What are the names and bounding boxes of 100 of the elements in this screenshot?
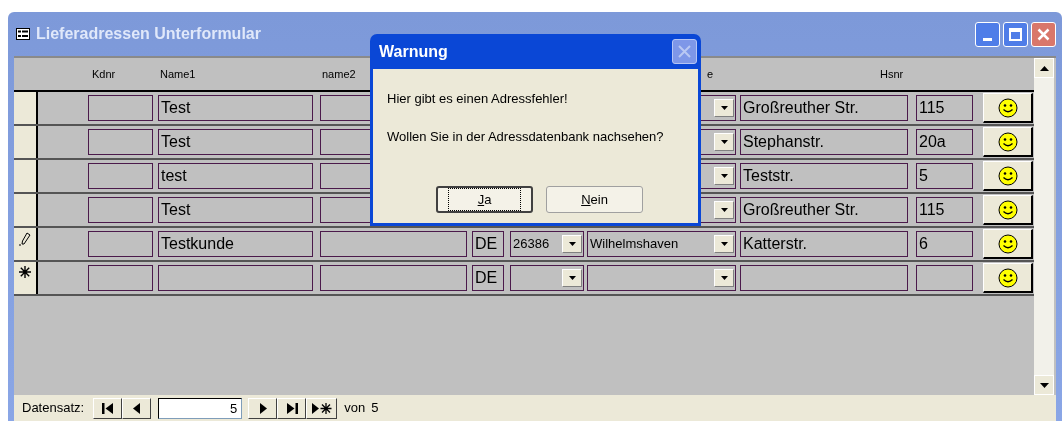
smiley-button[interactable] <box>983 161 1033 191</box>
text-field[interactable]: Großreuther Str. <box>740 95 908 121</box>
text-field[interactable]: Teststr. <box>740 163 908 189</box>
record-selector[interactable] <box>14 160 38 192</box>
text-field[interactable]: Test <box>158 95 313 121</box>
first-record-icon <box>101 402 114 414</box>
text-field[interactable]: DE <box>472 265 504 291</box>
minimize-button[interactable] <box>975 21 1000 47</box>
dialog-message: Wollen Sie in der Adressdatenbank nachsehen? <box>387 127 665 146</box>
text-field[interactable]: 5 <box>916 163 973 189</box>
dialog-title: Warnung <box>379 41 448 62</box>
text-field[interactable]: Großreuther Str. <box>740 197 908 223</box>
combo-value: Wilhelmshaven <box>590 235 679 254</box>
close-icon <box>678 45 691 58</box>
text-field[interactable] <box>88 95 153 121</box>
smiley-button[interactable] <box>983 263 1033 293</box>
caret-icon <box>720 140 728 144</box>
text-field[interactable] <box>320 265 467 291</box>
smiley-icon <box>997 233 1018 254</box>
caret-icon <box>720 276 728 280</box>
text-field[interactable] <box>88 197 153 223</box>
combo-value: 26386 <box>513 235 550 254</box>
next-record-button[interactable] <box>248 397 278 419</box>
combo-box[interactable] <box>510 265 584 291</box>
maximize-icon <box>1009 27 1022 41</box>
record-selector[interactable] <box>14 92 38 124</box>
previous-record-icon <box>132 402 141 414</box>
last-record-button[interactable] <box>277 397 307 419</box>
scroll-up-button[interactable] <box>1034 58 1054 78</box>
text-field[interactable]: Test <box>158 129 313 155</box>
window-title: Lieferadressen Unterformular <box>36 24 261 44</box>
caret-icon <box>720 242 728 246</box>
smiley-icon <box>997 131 1018 152</box>
text-field[interactable] <box>88 163 153 189</box>
text-field[interactable]: Stephanstr. <box>740 129 908 155</box>
smiley-button[interactable] <box>983 127 1033 157</box>
smiley-icon <box>997 97 1018 118</box>
text-field[interactable]: 115 <box>916 95 973 121</box>
record-selector[interactable] <box>14 262 38 294</box>
text-field[interactable] <box>740 265 908 291</box>
prev-record-button[interactable] <box>122 397 152 419</box>
minimize-icon <box>983 37 992 41</box>
add-record-button[interactable] <box>306 397 338 419</box>
record-number-field[interactable]: 5 <box>158 397 243 419</box>
dropdown-button[interactable] <box>714 133 734 151</box>
dialog-button[interactable]: Nein <box>546 186 643 213</box>
form-icon <box>16 28 30 40</box>
record-selector[interactable] <box>14 126 38 158</box>
smiley-icon <box>997 199 1018 220</box>
navigation-label: Datensatz: <box>22 399 85 418</box>
record-selector[interactable] <box>14 194 38 226</box>
text-field[interactable]: 115 <box>916 197 973 223</box>
scroll-down-button[interactable] <box>1034 375 1054 395</box>
text-field[interactable] <box>916 265 973 291</box>
smiley-icon <box>997 165 1018 186</box>
smiley-button[interactable] <box>983 93 1033 123</box>
maximize-button[interactable] <box>1003 21 1028 47</box>
text-field[interactable]: 6 <box>916 231 973 257</box>
up-arrow-icon <box>1039 65 1049 71</box>
first-record-button[interactable] <box>93 397 123 419</box>
dropdown-button[interactable] <box>714 201 734 219</box>
down-arrow-icon <box>1039 382 1049 388</box>
close-button[interactable] <box>1031 21 1056 47</box>
new-record-icon <box>311 402 332 414</box>
smiley-button[interactable] <box>983 195 1033 225</box>
dropdown-button[interactable] <box>562 235 582 253</box>
text-field[interactable]: DE <box>472 231 504 257</box>
column-header: Hsnr <box>880 67 904 82</box>
column-header: e <box>707 67 714 82</box>
text-field[interactable]: Katterstr. <box>740 231 908 257</box>
dropdown-button[interactable] <box>714 235 734 253</box>
smiley-button[interactable] <box>983 229 1033 259</box>
record-selector[interactable] <box>14 228 38 260</box>
dropdown-button[interactable] <box>714 269 734 287</box>
column-header: Kdnr <box>92 67 116 82</box>
text-field[interactable]: test <box>158 163 313 189</box>
dropdown-button[interactable] <box>714 99 734 117</box>
dialog-message: Hier gibt es einen Adressfehler! <box>387 90 569 108</box>
combo-box[interactable]: 26386 <box>510 231 584 257</box>
dropdown-button[interactable] <box>562 269 582 287</box>
dialog-button[interactable]: Ja <box>436 186 533 213</box>
caret-icon <box>720 106 728 110</box>
text-field[interactable] <box>88 129 153 155</box>
text-field[interactable]: 20a <box>916 129 973 155</box>
caret-icon <box>720 174 728 178</box>
text-field[interactable] <box>88 231 153 257</box>
record-count: 5 <box>371 399 379 418</box>
text-field[interactable]: Test <box>158 197 313 223</box>
close-icon <box>1037 27 1050 41</box>
text-field[interactable] <box>88 265 153 291</box>
combo-box[interactable] <box>587 265 736 291</box>
last-record-icon <box>285 402 298 414</box>
text-field[interactable] <box>158 265 313 291</box>
combo-box[interactable]: Wilhelmshaven <box>587 231 736 257</box>
text-field[interactable] <box>320 231 467 257</box>
text-field[interactable]: Testkunde <box>158 231 313 257</box>
caret-icon <box>568 276 576 280</box>
scrollbar[interactable] <box>1034 58 1054 395</box>
record-count-label: von <box>344 399 366 418</box>
dropdown-button[interactable] <box>714 167 734 185</box>
